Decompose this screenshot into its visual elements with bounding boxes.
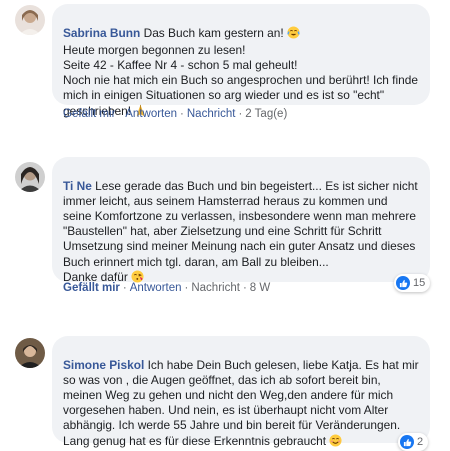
like-icon (396, 276, 410, 290)
comment-sabrina: Sabrina Bunn Das Buch kam gestern an! He… (0, 0, 450, 130)
like-link[interactable]: Gefällt mir (63, 108, 115, 120)
timestamp[interactable]: 2 Tag(e) (245, 108, 287, 120)
reaction-count[interactable]: 2 (398, 433, 429, 451)
comment-simone: Simone Piskol Ich habe Dein Buch gelesen… (0, 330, 450, 451)
reaction-number: 15 (413, 277, 426, 289)
comment-tine: Ti Ne Lese gerade das Buch und bin begei… (0, 150, 450, 300)
reply-link[interactable]: Antworten (130, 282, 182, 294)
like-icon (400, 435, 414, 449)
message-link[interactable]: Nachricht (191, 282, 240, 294)
message-link[interactable]: Nachricht (187, 108, 236, 120)
like-link[interactable]: Gefällt mir (63, 282, 120, 294)
reply-link[interactable]: Antworten (125, 108, 177, 120)
comment-text: Das Buch kam gestern an! (140, 26, 288, 41)
avatar[interactable] (15, 162, 45, 192)
smiling-blush-emoji (329, 434, 342, 451)
comment-actions: Gefällt mir · Antworten · Nachricht · 2 Tag(e) (63, 108, 288, 120)
timestamp[interactable]: 8 W (250, 282, 270, 294)
comment-text: Lese gerade das Buch und bin begeistert.… (63, 179, 418, 284)
author-name[interactable]: Simone Piskol (63, 358, 144, 372)
comment-text-rest: Heute morgen begonnen zu lesen! Seite 42… (63, 43, 418, 118)
comment-actions: Gefällt mir · Antworten · Nachricht · 8 W (63, 282, 271, 294)
comment-bubble: Ti Ne Lese gerade das Buch und bin begei… (52, 157, 430, 284)
author-name[interactable]: Ti Ne (63, 179, 92, 193)
crying-smile-emoji (287, 26, 300, 43)
author-name[interactable]: Sabrina Bunn (63, 26, 140, 40)
comment-bubble: Sabrina Bunn Das Buch kam gestern an! He… (52, 4, 430, 118)
avatar[interactable] (15, 5, 45, 35)
reaction-number: 2 (417, 436, 424, 448)
avatar[interactable] (15, 338, 45, 368)
comment-bubble: Simone Piskol Ich habe Dein Buch gelesen… (52, 336, 430, 448)
reaction-count[interactable]: 15 (394, 274, 431, 292)
